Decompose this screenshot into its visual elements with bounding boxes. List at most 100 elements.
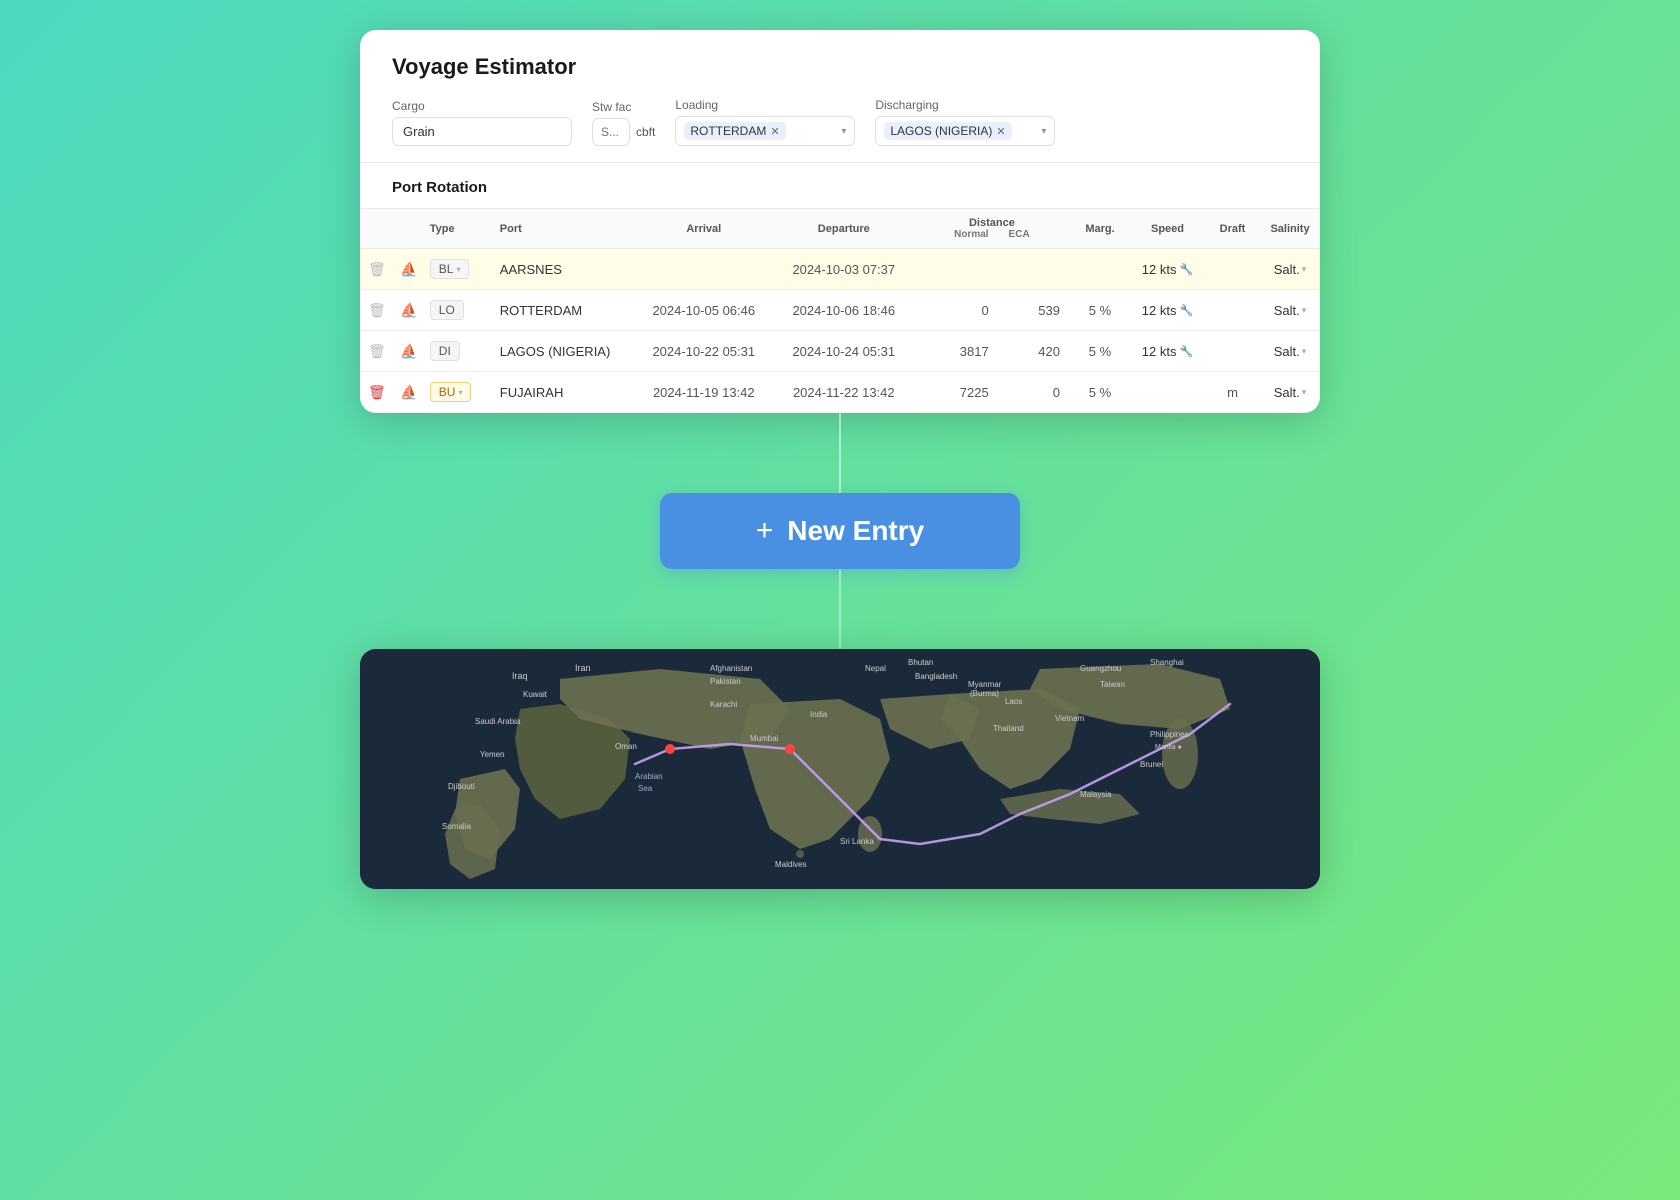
salinity-cell: Salt.▾: [1260, 372, 1320, 413]
wrench-icon[interactable]: 🔧: [1179, 263, 1193, 276]
table-row: 🗑 ⛵ LO ROTTERDAM 2024-10-05 06:46 2024-1…: [360, 290, 1320, 331]
marg-cell: 5 %: [1070, 290, 1130, 331]
cargo-label: Cargo: [392, 99, 572, 113]
svg-text:Manila ●: Manila ●: [1155, 744, 1182, 751]
wrench-icon[interactable]: 🔧: [1179, 304, 1193, 317]
port-cell: LAGOS (NIGERIA): [494, 331, 634, 372]
cargo-input[interactable]: [392, 117, 572, 146]
svg-text:Sea: Sea: [638, 784, 653, 793]
arrival-cell: 2024-10-22 05:31: [634, 331, 774, 372]
svg-text:Sri Lanka: Sri Lanka: [840, 837, 874, 846]
th-departure: Departure: [774, 209, 914, 249]
loading-port-select[interactable]: ROTTERDAM ✕ ▾: [675, 116, 855, 146]
svg-text:Karachi: Karachi: [710, 700, 737, 709]
th-marg: Marg.: [1070, 209, 1130, 249]
stw-label: Stw fac: [592, 100, 655, 114]
salinity-cell: Salt.▾: [1260, 249, 1320, 290]
cargo-field-group: Cargo: [392, 99, 572, 146]
salinity-chevron-icon[interactable]: ▾: [1302, 387, 1307, 398]
th-arrival: Arrival: [634, 209, 774, 249]
svg-text:India: India: [810, 710, 828, 719]
draft-cell: m: [1205, 372, 1260, 413]
route-icon: ⛵: [400, 384, 417, 400]
svg-text:Philippines: Philippines: [1150, 730, 1189, 739]
table-row: 🗑 ⛵ BL ▾ AARSNES 2024-10-03 07:37 12 kts…: [360, 249, 1320, 290]
app-title: Voyage Estimator: [392, 54, 1288, 80]
discharging-field-group: Discharging LAGOS (NIGERIA) ✕ ▾: [875, 98, 1055, 146]
marg-cell: 5 %: [1070, 331, 1130, 372]
top-connector-line: [839, 413, 841, 493]
svg-text:Saudi Arabia: Saudi Arabia: [475, 717, 521, 726]
plus-icon: +: [756, 516, 774, 546]
stw-input[interactable]: [592, 118, 630, 146]
route-icon: ⛵: [400, 302, 417, 318]
th-port: Port: [494, 209, 634, 249]
svg-text:Afghanistan: Afghanistan: [710, 664, 752, 673]
route-icon: ⛵: [400, 261, 417, 277]
map-container: Iraq Iran Saudi Arabia Yemen Oman Djibou…: [360, 649, 1320, 889]
svg-text:Nepal: Nepal: [865, 664, 886, 673]
type-badge: BU ▾: [430, 382, 472, 402]
card-header: Voyage Estimator Cargo Stw fac cbft: [360, 30, 1320, 163]
port-cell: FUJAIRAH: [494, 372, 634, 413]
svg-text:Djibouti: Djibouti: [448, 782, 475, 791]
svg-text:Laos: Laos: [1005, 697, 1022, 706]
salinity-chevron-icon[interactable]: ▾: [1302, 305, 1307, 316]
loading-field-group: Loading ROTTERDAM ✕ ▾: [675, 98, 855, 146]
lagos-tag-close[interactable]: ✕: [996, 125, 1005, 138]
rotterdam-tag-text: ROTTERDAM: [690, 124, 766, 138]
dist-normal-cell: 3817: [914, 331, 999, 372]
departure-cell: 2024-10-06 18:46: [774, 290, 914, 331]
departure-cell: 2024-10-03 07:37: [774, 249, 914, 290]
new-entry-button[interactable]: + New Entry: [660, 493, 1020, 569]
dist-eca-cell: 420: [999, 331, 1070, 372]
rotterdam-tag-close[interactable]: ✕: [770, 125, 779, 138]
rotterdam-tag: ROTTERDAM ✕: [684, 122, 785, 140]
stw-unit: cbft: [636, 125, 655, 139]
delete-icon[interactable]: 🗑: [368, 384, 386, 400]
svg-text:Somalia: Somalia: [442, 822, 471, 831]
svg-text:Iran: Iran: [575, 663, 591, 673]
th-type: Type: [424, 209, 494, 249]
th-distance: Distance NormalECA: [914, 209, 1070, 249]
dist-normal-cell: [914, 249, 999, 290]
svg-text:Bhutan: Bhutan: [908, 658, 933, 667]
port-rotation-section: Port Rotation Type Port Arrival Departur…: [360, 163, 1320, 413]
arrival-cell: 2024-10-05 06:46: [634, 290, 774, 331]
svg-text:Mumbai: Mumbai: [750, 734, 779, 743]
svg-text:Vietnam: Vietnam: [1055, 714, 1085, 723]
delete-icon[interactable]: 🗑: [368, 261, 386, 277]
marg-cell: [1070, 249, 1130, 290]
dist-eca-cell: [999, 249, 1070, 290]
departure-cell: 2024-11-22 13:42: [774, 372, 914, 413]
map-svg: Iraq Iran Saudi Arabia Yemen Oman Djibou…: [360, 649, 1320, 889]
new-entry-label: New Entry: [787, 515, 924, 547]
discharging-label: Discharging: [875, 98, 1055, 112]
route-icon: ⛵: [400, 343, 417, 359]
th-salinity: Salinity: [1260, 209, 1320, 249]
delete-icon[interactable]: 🗑: [368, 343, 386, 359]
wrench-icon[interactable]: 🔧: [1179, 345, 1193, 358]
dist-eca-cell: 0: [999, 372, 1070, 413]
bottom-connector-line: [839, 569, 841, 649]
svg-text:Shanghai: Shanghai: [1150, 658, 1184, 667]
svg-text:Pakistan: Pakistan: [710, 677, 741, 686]
discharging-chevron-icon: ▾: [1041, 126, 1046, 137]
svg-text:Maldives: Maldives: [775, 860, 807, 869]
svg-text:Myanmar: Myanmar: [968, 680, 1002, 689]
port-cell: ROTTERDAM: [494, 290, 634, 331]
salinity-chevron-icon[interactable]: ▾: [1302, 346, 1307, 357]
speed-cell: 12 kts 🔧: [1130, 331, 1205, 372]
svg-text:Yemen: Yemen: [480, 750, 505, 759]
speed-cell: [1130, 372, 1205, 413]
lagos-tag: LAGOS (NIGERIA) ✕: [884, 122, 1011, 140]
salinity-chevron-icon[interactable]: ▾: [1302, 264, 1307, 275]
th-actions: [360, 209, 394, 249]
delete-icon[interactable]: 🗑: [368, 302, 386, 318]
speed-cell: 12 kts 🔧: [1130, 249, 1205, 290]
discharging-port-select[interactable]: LAGOS (NIGERIA) ✕ ▾: [875, 116, 1055, 146]
arrival-cell: [634, 249, 774, 290]
svg-text:Taiwan: Taiwan: [1100, 680, 1125, 689]
port-cell: AARSNES: [494, 249, 634, 290]
th-draft: Draft: [1205, 209, 1260, 249]
